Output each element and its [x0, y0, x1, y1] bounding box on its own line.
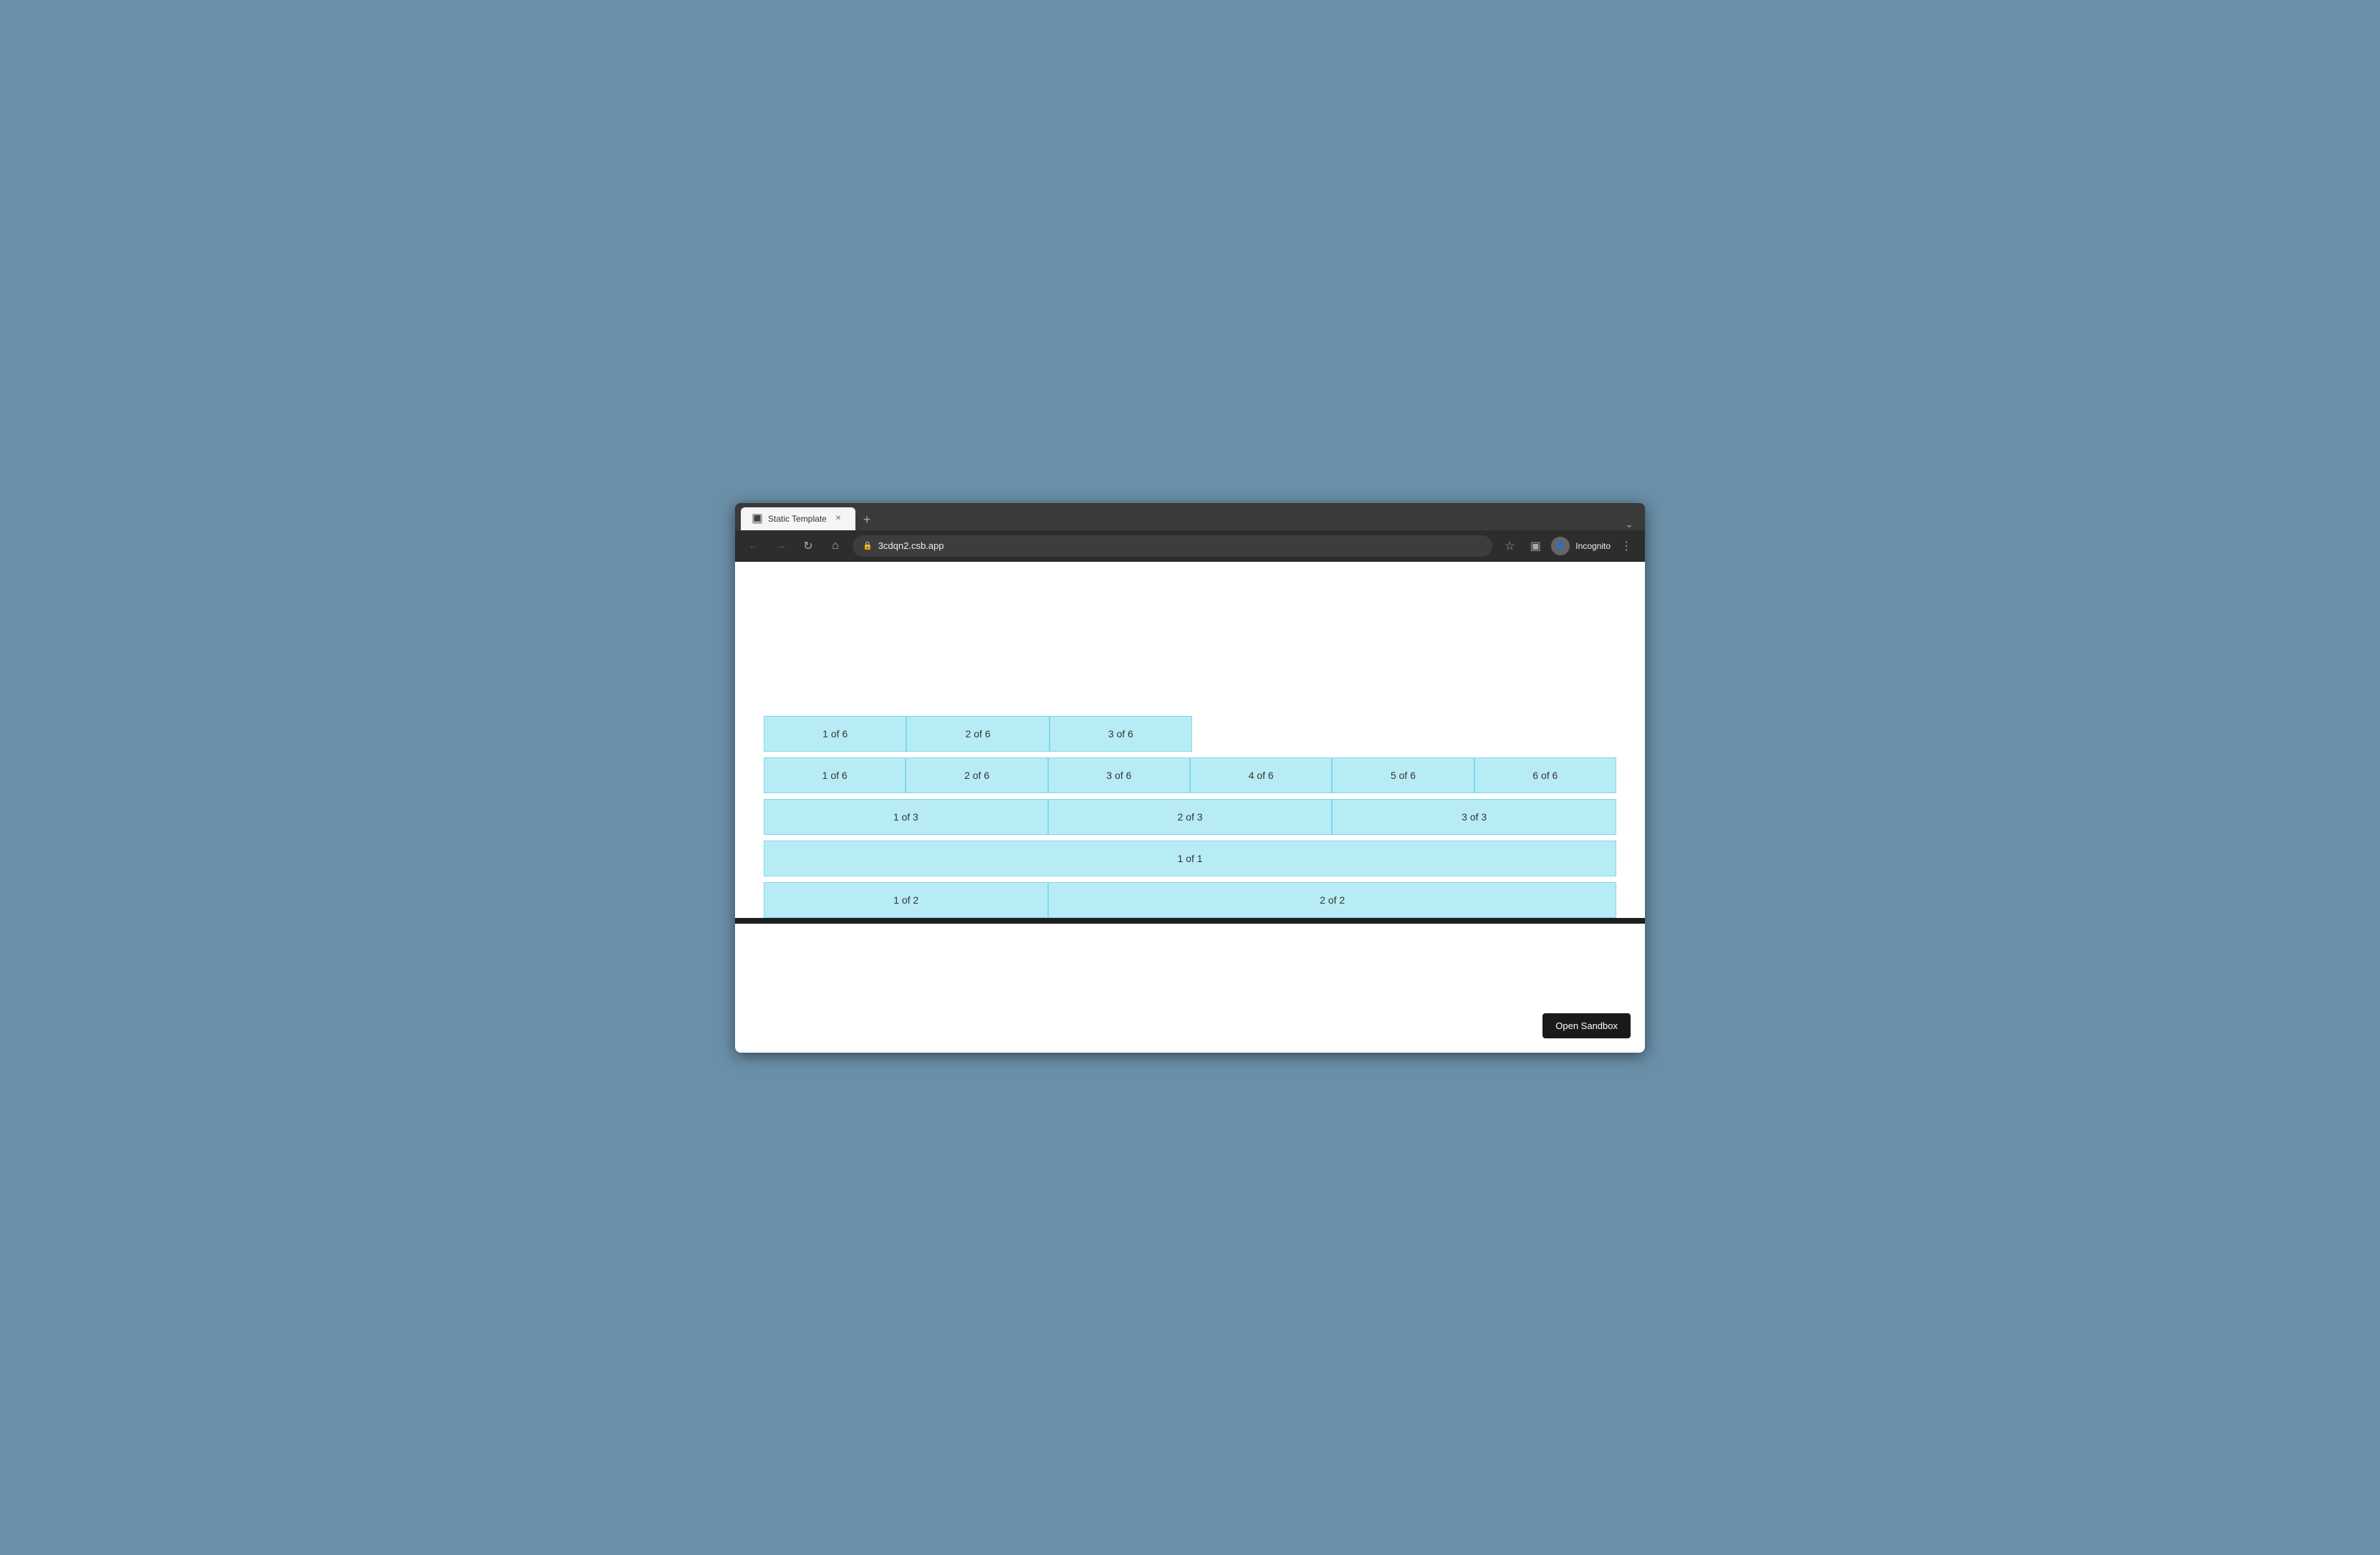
grid-row-1: 1 of 6 2 of 6 3 of 6 [764, 716, 1616, 752]
tab-title: Static Template [768, 514, 827, 524]
cell-2-4: 4 of 6 [1190, 757, 1332, 793]
forward-button[interactable]: → [771, 536, 791, 556]
grid-row-3: 1 of 3 2 of 3 3 of 3 [764, 799, 1616, 835]
grid-row-4: 1 of 1 [764, 841, 1616, 876]
top-space [764, 583, 1616, 716]
cell-5-2: 2 of 2 [1048, 882, 1616, 918]
cell-3-1: 1 of 3 [764, 799, 1048, 835]
cell-4-1: 1 of 1 [764, 841, 1616, 876]
grid-row-2: 1 of 6 2 of 6 3 of 6 4 of 6 5 of 6 6 of … [764, 757, 1616, 793]
cell-1-1: 1 of 6 [764, 716, 906, 752]
tab-menu-button[interactable]: ⌄ [1625, 518, 1633, 530]
cell-2-1: 1 of 6 [764, 757, 906, 793]
cell-5-1: 1 of 2 [764, 882, 1048, 918]
lock-icon: 🔒 [863, 541, 873, 550]
address-actions: ☆ ▣ 👤 Incognito ⋮ [1500, 536, 1636, 556]
bottom-area: Open Sandbox [735, 924, 1645, 1053]
browser-window: ⬛ Static Template ✕ + ⌄ ← → ↻ ⌂ 🔒 3cdqn2… [735, 503, 1645, 1053]
tab-bar: ⬛ Static Template ✕ + ⌄ [735, 503, 1645, 530]
back-button[interactable]: ← [744, 536, 764, 556]
reload-button[interactable]: ↻ [798, 536, 818, 556]
row1-spacer [1192, 716, 1616, 752]
cell-2-5: 5 of 6 [1332, 757, 1474, 793]
cell-2-2: 2 of 6 [906, 757, 1047, 793]
tab-bar-spacer: ⌄ [878, 518, 1639, 530]
grid-row-5: 1 of 2 2 of 2 [764, 882, 1616, 918]
page-content: 1 of 6 2 of 6 3 of 6 1 of 6 2 of 6 3 of … [735, 562, 1645, 918]
new-tab-button[interactable]: + [857, 510, 877, 530]
menu-button[interactable]: ⋮ [1616, 536, 1636, 556]
home-button[interactable]: ⌂ [825, 536, 845, 556]
cell-3-2: 2 of 3 [1048, 799, 1333, 835]
cell-1-3: 3 of 6 [1050, 716, 1192, 752]
browser-tab[interactable]: ⬛ Static Template ✕ [741, 507, 855, 530]
open-sandbox-button[interactable]: Open Sandbox [1542, 1013, 1631, 1038]
bookmark-button[interactable]: ☆ [1500, 536, 1520, 556]
tab-favicon: ⬛ [752, 514, 762, 524]
cell-1-2: 2 of 6 [906, 716, 1049, 752]
url-display: 3cdqn2.csb.app [878, 540, 944, 551]
cell-3-3: 3 of 3 [1332, 799, 1616, 835]
cell-2-3: 3 of 6 [1048, 757, 1190, 793]
cell-2-6: 6 of 6 [1474, 757, 1616, 793]
tab-close-button[interactable]: ✕ [832, 513, 844, 525]
incognito-label: Incognito [1575, 541, 1611, 551]
address-input[interactable]: 🔒 3cdqn2.csb.app [853, 535, 1492, 557]
profile-button[interactable]: 👤 [1551, 537, 1570, 555]
address-bar: ← → ↻ ⌂ 🔒 3cdqn2.csb.app ☆ ▣ 👤 Incognito… [735, 530, 1645, 562]
sidebar-button[interactable]: ▣ [1525, 536, 1545, 556]
